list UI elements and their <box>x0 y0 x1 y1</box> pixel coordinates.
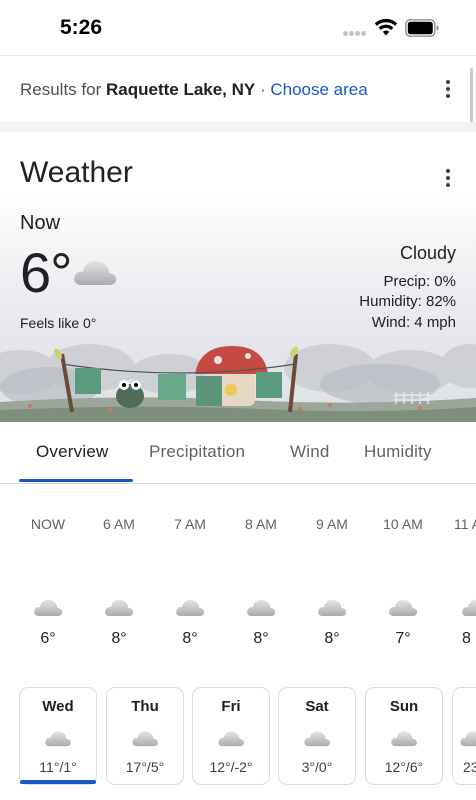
day-temps: 17°/5° <box>125 759 165 775</box>
hour-label: 11 A <box>454 516 476 532</box>
results-prefix: Results for <box>20 80 106 99</box>
signal-dots-icon <box>343 31 367 36</box>
day-card-sat[interactable]: Sat 3°/0° <box>278 687 356 785</box>
results-text: Results for Raquette Lake, NY · Choose a… <box>20 80 368 100</box>
condition-label: Cloudy <box>399 243 456 263</box>
precip-value: Precip: 0% <box>383 273 456 290</box>
battery-icon <box>405 19 439 37</box>
current-temperature: 6° <box>20 241 73 304</box>
cloud-icon <box>45 731 71 747</box>
cloud-icon <box>389 599 418 616</box>
cloud-icon <box>218 731 244 747</box>
tabs-divider <box>0 483 476 484</box>
hour-temperature: 8° <box>182 630 198 647</box>
hour-temperature: 7° <box>395 630 411 647</box>
day-name: Fri <box>221 698 241 715</box>
hour-temperature: 8° <box>111 630 127 647</box>
active-tab-indicator <box>19 479 133 482</box>
hour-column: 6 AM 8° <box>89 516 149 656</box>
hour-temperature: 8° <box>324 630 340 647</box>
selected-day-indicator <box>20 780 96 784</box>
cloud-icon <box>247 599 276 616</box>
weather-more-options-icon[interactable] <box>438 169 458 189</box>
results-separator: · <box>255 80 271 99</box>
results-more-options-icon[interactable] <box>438 80 458 100</box>
hour-label: 8 AM <box>245 516 277 532</box>
wind-value: Wind: 4 mph <box>371 314 456 331</box>
day-name: Wed <box>42 698 74 715</box>
hour-label: 7 AM <box>174 516 206 532</box>
cloud-icon <box>462 599 476 616</box>
wifi-icon <box>374 18 398 36</box>
day-card-thu[interactable]: Thu 17°/5° <box>106 687 184 785</box>
cloud-icon <box>105 599 134 616</box>
weather-illustration <box>0 344 476 422</box>
day-temps: 12°/-2° <box>209 759 253 775</box>
results-location: Raquette Lake, NY <box>105 80 256 99</box>
cloud-icon <box>74 260 117 285</box>
day-temps: 23 <box>463 759 476 775</box>
now-label: Now <box>20 212 61 234</box>
tab-overview[interactable]: Overview <box>36 442 108 462</box>
cloud-icon <box>391 731 417 747</box>
hour-column: 9 AM 8° <box>302 516 362 656</box>
scrollbar[interactable] <box>470 68 473 124</box>
day-temps: 12°/6° <box>384 759 424 775</box>
weather-title: Weather <box>20 156 133 189</box>
tab-precipitation[interactable]: Precipitation <box>149 442 245 462</box>
hour-column: 11 A 8 <box>446 516 476 656</box>
hour-column: NOW 6° <box>18 516 78 656</box>
cloud-icon <box>132 731 158 747</box>
tab-wind[interactable]: Wind <box>290 442 330 462</box>
status-bar: 5:26 <box>0 0 476 56</box>
hour-label: 9 AM <box>316 516 348 532</box>
choose-area-link[interactable]: Choose area <box>270 80 367 99</box>
cloud-icon <box>318 599 347 616</box>
hour-temperature: 8 <box>462 630 471 647</box>
day-name: Sun <box>389 698 419 715</box>
day-card-fri[interactable]: Fri 12°/-2° <box>192 687 270 785</box>
day-temps: 3°/0° <box>301 759 333 775</box>
cloud-icon <box>304 731 330 747</box>
day-card-sun[interactable]: Sun 12°/6° <box>365 687 443 785</box>
feels-like: Feels like 0° <box>20 315 97 331</box>
day-temps: 11°/1° <box>39 759 77 775</box>
cloud-icon <box>460 731 476 747</box>
status-time: 5:26 <box>60 16 103 39</box>
hour-column: 8 AM 8° <box>231 516 291 656</box>
hour-label: 10 AM <box>383 516 423 532</box>
hour-label: NOW <box>30 516 66 532</box>
weather-card: Weather Now 6° Feels like 0° Cloudy Prec… <box>0 132 476 422</box>
weather-tabs: Overview Precipitation Wind Humidity <box>0 422 476 484</box>
hour-temperature: 8° <box>253 630 269 647</box>
results-row: Results for Raquette Lake, NY · Choose a… <box>0 56 476 122</box>
day-name: Sat <box>305 698 329 715</box>
tab-humidity[interactable]: Humidity <box>364 442 432 462</box>
humidity-value: Humidity: 82% <box>359 293 456 310</box>
day-card-partial[interactable]: 23 <box>452 687 476 785</box>
hour-label: 6 AM <box>103 516 135 532</box>
day-name: Thu <box>131 698 159 715</box>
hour-column: 7 AM 8° <box>160 516 220 656</box>
cloud-icon <box>34 599 63 616</box>
day-card-wed[interactable]: Wed 11°/1° <box>19 687 97 785</box>
hour-column: 10 AM 7° <box>373 516 433 656</box>
hour-temperature: 6° <box>40 630 56 647</box>
section-separator <box>0 122 476 132</box>
cloud-icon <box>176 599 205 616</box>
